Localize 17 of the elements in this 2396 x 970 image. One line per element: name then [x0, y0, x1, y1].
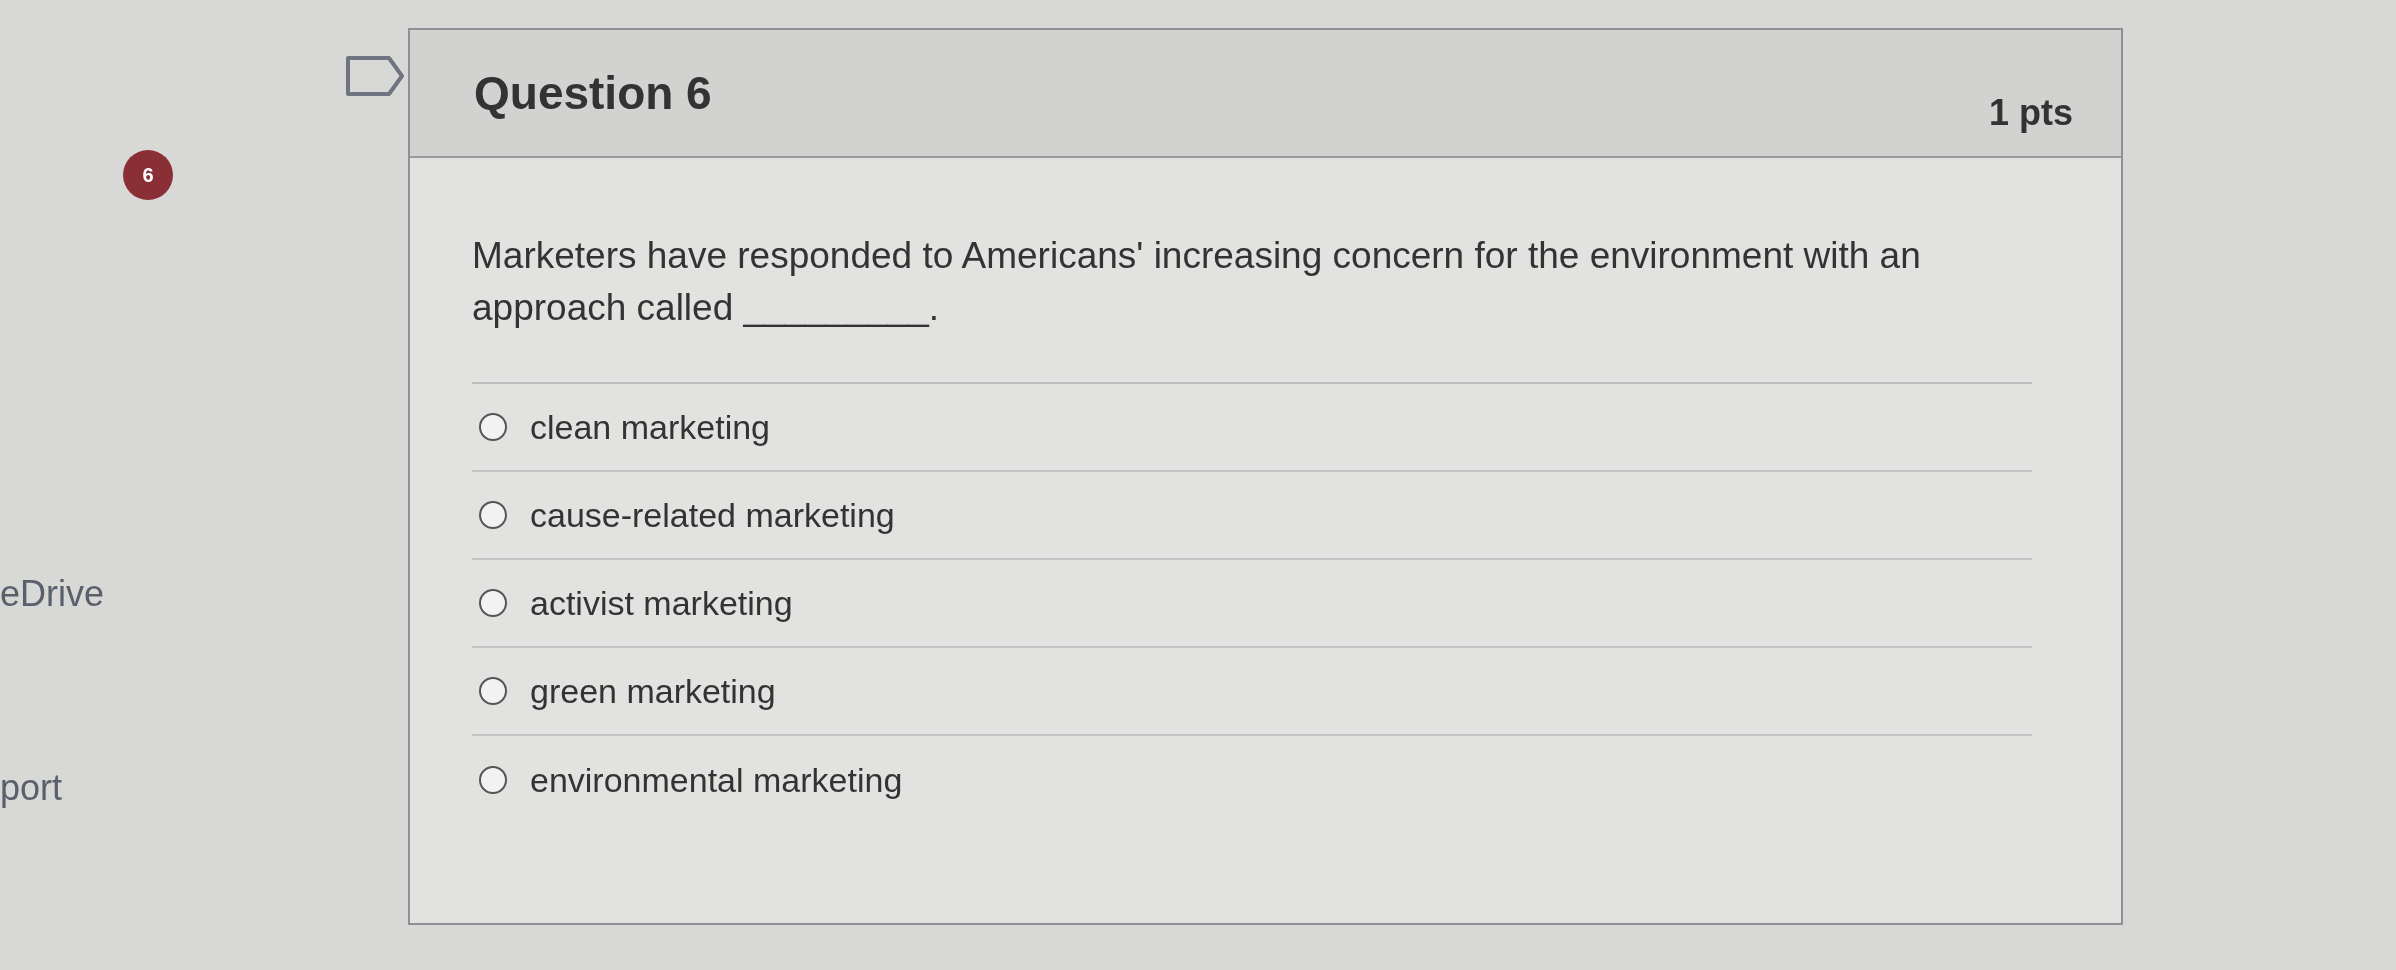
answer-option-label: cause-related marketing	[530, 494, 895, 536]
answer-option-label: green marketing	[530, 670, 776, 712]
flag-icon[interactable]	[345, 55, 405, 97]
radio-button[interactable]	[478, 412, 508, 442]
radio-button[interactable]	[478, 676, 508, 706]
question-text: Marketers have responded to Americans' increasing concern for the environment with an approach called _________.	[472, 234, 1922, 330]
points-label: 1 pts	[1988, 91, 2073, 135]
radio-button[interactable]	[478, 500, 508, 530]
question-number-badge[interactable]: 6	[123, 150, 173, 200]
answer-option-label: activist marketing	[530, 582, 793, 624]
nav-link[interactable]: port	[0, 766, 63, 810]
nav-link[interactable]: eDrive	[0, 572, 105, 616]
answer-option-label: clean marketing	[530, 406, 770, 448]
answer-option-label: environmental marketing	[530, 759, 903, 801]
question-title: Question 6	[474, 65, 712, 121]
radio-button[interactable]	[478, 588, 508, 618]
radio-button[interactable]	[478, 765, 508, 795]
